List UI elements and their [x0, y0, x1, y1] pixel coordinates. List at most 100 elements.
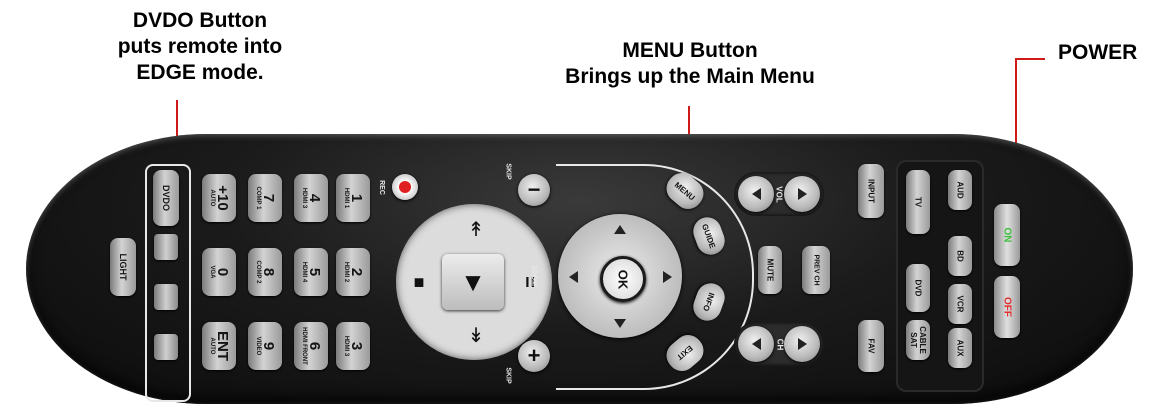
- source-button[interactable]: BD: [948, 236, 972, 276]
- rec-label: REC: [377, 180, 385, 195]
- dpad-right-button[interactable]: [658, 267, 676, 287]
- power-on-button[interactable]: ON: [994, 204, 1020, 266]
- number-key-label: 1: [348, 193, 365, 203]
- play-button[interactable]: ▼: [442, 254, 504, 310]
- number-key-sublabel: HDMI 4: [301, 261, 307, 283]
- info-button-label: INFO: [701, 291, 717, 313]
- source-button[interactable]: VCR: [948, 284, 972, 324]
- number-key-sublabel: HDMI 2: [343, 261, 349, 283]
- arrow-down-icon: [614, 318, 626, 328]
- device-select-button-1[interactable]: [154, 234, 178, 260]
- source-button[interactable]: TV: [906, 170, 930, 234]
- number-key[interactable]: 9 VIDEO: [248, 322, 282, 370]
- vol-label: VOL: [774, 186, 784, 203]
- skip-back-button[interactable]: −: [518, 174, 550, 206]
- device-select-button-3[interactable]: [154, 334, 178, 360]
- number-key-sublabel: COMP 2: [255, 260, 261, 284]
- number-key-label: 8: [260, 267, 277, 277]
- guide-button-label: GUIDE: [700, 222, 718, 250]
- number-key[interactable]: 5 HDMI 4: [294, 248, 328, 296]
- exit-button-label: EXIT: [675, 343, 695, 363]
- skip-bottom-label: SKIP: [504, 367, 512, 384]
- number-key[interactable]: 6 HDMI FRONT: [294, 322, 328, 370]
- pause-icon: =: [518, 276, 541, 288]
- dvdo-button-label: DVDO: [161, 184, 171, 212]
- number-key-sublabel: HDMI FRONT: [301, 327, 307, 365]
- number-key-label: ENT: [214, 331, 231, 361]
- number-key[interactable]: 8 COMP 2: [248, 248, 282, 296]
- dpad-up-button[interactable]: [610, 220, 630, 238]
- number-key-sublabel: COMP 1: [255, 186, 261, 210]
- number-key-label: 3: [348, 341, 365, 351]
- input-button-label: INPUT: [866, 179, 876, 203]
- source-button[interactable]: CABLE SAT: [906, 320, 930, 360]
- number-key[interactable]: +10 AUTO: [202, 174, 236, 222]
- dvdo-button[interactable]: DVDO: [153, 170, 179, 226]
- fav-button-label: FAV: [866, 338, 876, 354]
- volume-up-button[interactable]: [784, 176, 820, 212]
- menu-button-label: MENU: [673, 179, 697, 203]
- rec-dot-icon: [399, 181, 411, 193]
- rec-button[interactable]: [392, 174, 418, 200]
- source-button[interactable]: AUX: [948, 328, 972, 368]
- number-key[interactable]: 4 HDMI 3: [294, 174, 328, 222]
- zoom-label: ZOOM: [530, 265, 537, 286]
- dvdo-callout: DVDO Button puts remote into EDGE mode.: [117, 9, 283, 84]
- transport-down-button[interactable]: ↡: [448, 320, 504, 350]
- transport-up-button[interactable]: ↟: [448, 214, 504, 244]
- number-key[interactable]: 7 COMP 1: [248, 174, 282, 222]
- ok-button[interactable]: OK: [600, 256, 646, 302]
- channel-down-button[interactable]: [738, 326, 774, 362]
- number-key[interactable]: 0 VGA: [202, 248, 236, 296]
- ok-button-label: OK: [615, 269, 631, 289]
- number-key-sublabel: VGA: [209, 265, 215, 279]
- dpad-down-button[interactable]: [610, 314, 630, 332]
- power-off-button[interactable]: OFF: [994, 276, 1020, 338]
- channel-up-button[interactable]: [784, 326, 820, 362]
- number-key-sublabel: HDMI 1: [343, 187, 349, 209]
- input-button[interactable]: INPUT: [858, 164, 884, 218]
- power-off-label: OFF: [1001, 297, 1013, 317]
- skip-top-label: SKIP: [504, 163, 512, 180]
- menu-callout: MENU Button Brings up the Main Menu: [565, 39, 815, 88]
- number-key-sublabel: HDMI 3: [343, 335, 349, 357]
- stop-icon: ■: [413, 271, 425, 292]
- number-key[interactable]: 1 HDMI 1: [336, 174, 370, 222]
- prev-ch-button[interactable]: PREV CH: [802, 246, 830, 294]
- volume-down-button[interactable]: [738, 176, 774, 212]
- number-key-label: +10: [214, 185, 231, 211]
- number-key[interactable]: 3 HDMI 3: [336, 322, 370, 370]
- fav-button[interactable]: FAV: [858, 320, 884, 372]
- volume-up-icon: [797, 188, 807, 200]
- source-button-label: TV: [913, 196, 923, 208]
- channel-up-icon: [797, 338, 807, 350]
- number-key[interactable]: ENT AUTO: [202, 322, 236, 370]
- source-button[interactable]: DVD: [906, 264, 930, 312]
- source-button-label: AUD: [955, 181, 965, 199]
- pause-button[interactable]: =: [509, 267, 549, 297]
- power-on-label: ON: [1001, 227, 1013, 243]
- remote-control-body: LIGHT DVDO REC ↟ ↡ ■ ▼ = ZOOM − SKIP + S…: [26, 134, 1133, 404]
- dpad-left-button[interactable]: [564, 267, 582, 287]
- number-key[interactable]: 2 HDMI 2: [336, 248, 370, 296]
- number-key-label: 4: [306, 193, 323, 203]
- number-key-label: 2: [348, 267, 365, 277]
- play-icon: ▼: [460, 266, 486, 297]
- device-select-button-2[interactable]: [154, 284, 178, 310]
- stop-button[interactable]: ■: [404, 262, 434, 302]
- power-leader-line-h: [1015, 58, 1045, 60]
- skip-forward-button[interactable]: +: [518, 340, 550, 372]
- rewind-down-icon: ↡: [467, 324, 485, 347]
- source-button-label: AUX: [955, 339, 965, 357]
- ch-label: CH: [775, 338, 785, 351]
- power-callout: POWER: [1058, 41, 1138, 64]
- volume-down-icon: [751, 188, 761, 200]
- mute-button-label: MUTE: [765, 258, 775, 282]
- source-button[interactable]: AUD: [948, 170, 972, 210]
- mute-button[interactable]: MUTE: [758, 246, 782, 294]
- light-button-label: LIGHT: [118, 253, 128, 281]
- fast-forward-up-icon: ↟: [467, 218, 485, 241]
- source-button-label: BD: [955, 250, 965, 262]
- light-button[interactable]: LIGHT: [110, 238, 136, 296]
- number-key-label: 0: [214, 267, 231, 277]
